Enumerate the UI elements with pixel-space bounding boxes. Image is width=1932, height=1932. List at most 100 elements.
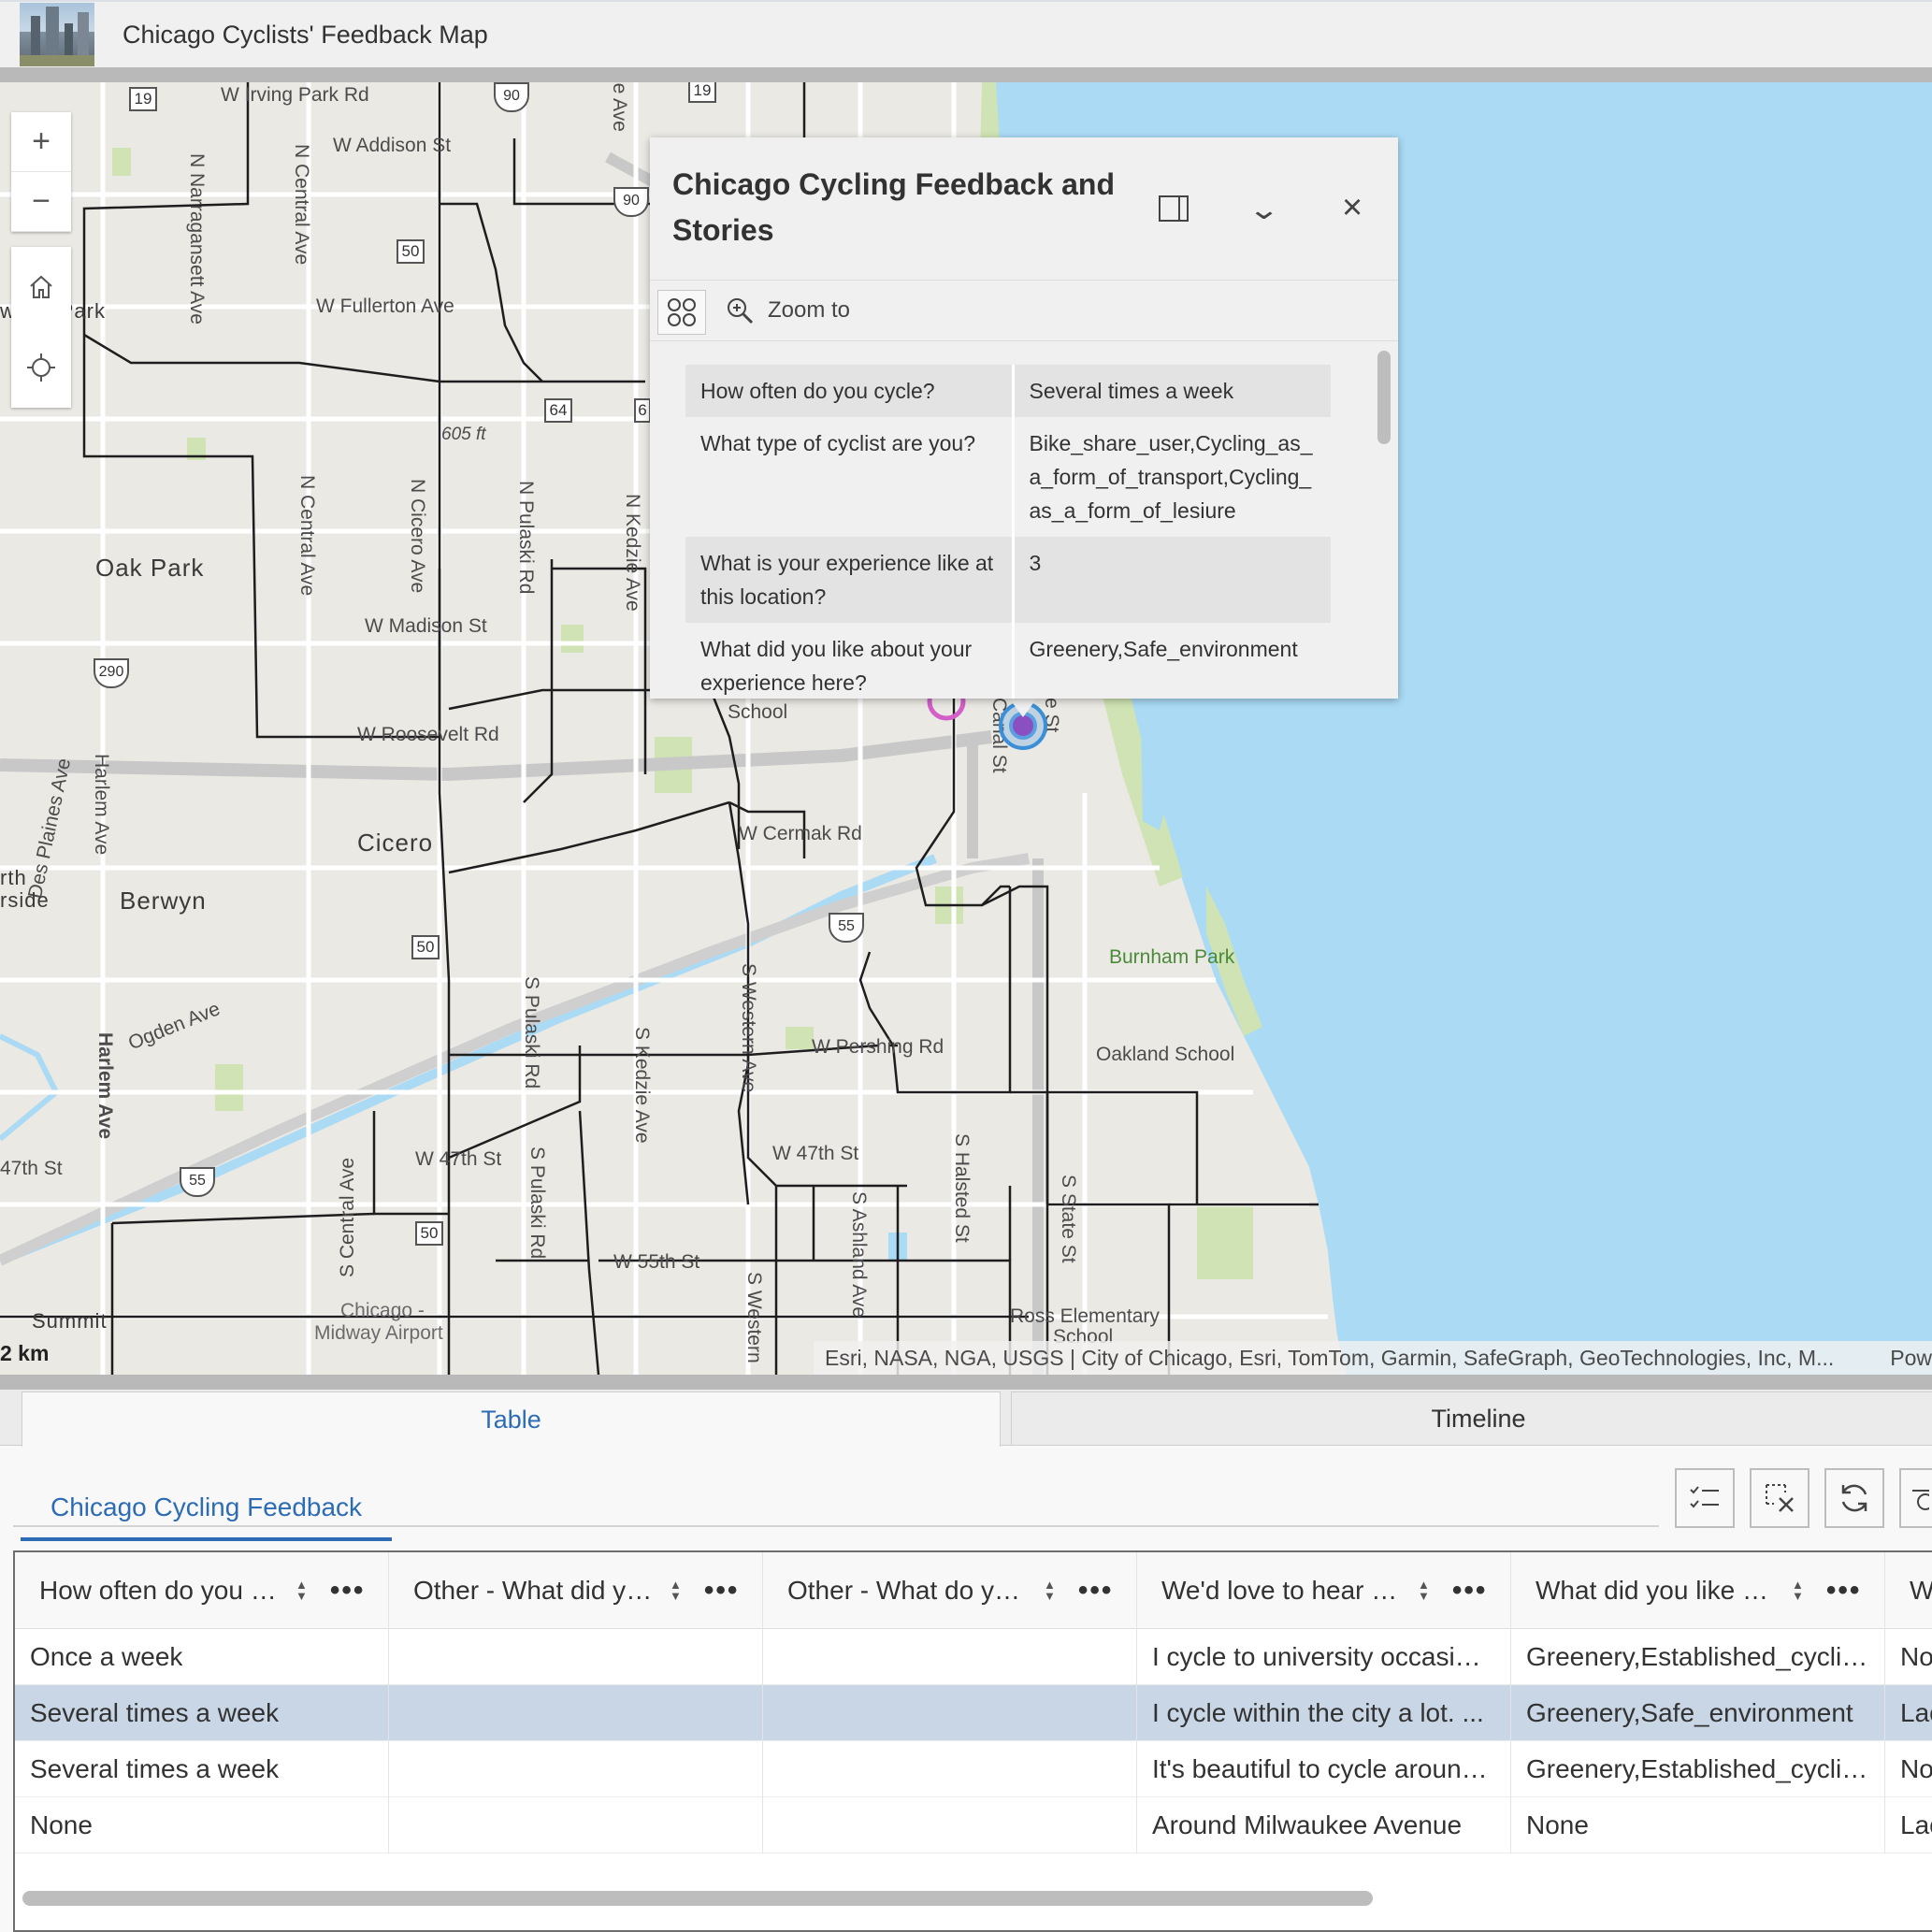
table-cell: No (1900, 1642, 1932, 1671)
column-header[interactable]: We'd love to hear your story ▲▼ ••• (1137, 1552, 1511, 1629)
attribute-value: Several times a week (1013, 365, 1331, 417)
powered-by[interactable]: Pow (1890, 1346, 1932, 1371)
poi-label: Midway Airport (314, 1322, 443, 1344)
table-cell: Around Milwaukee Avenue (1152, 1810, 1463, 1839)
table-header: How often do you cycle? ▲▼ ••• Other - W… (15, 1552, 1932, 1629)
poi-label: Ross Elementary (1010, 1305, 1160, 1327)
map-attribution[interactable]: Esri, NASA, NGA, USGS | City of Chicago,… (814, 1341, 1932, 1375)
road-label: W Addison St (333, 135, 452, 156)
route-shield: 64 (544, 398, 572, 423)
grid-circles-icon (668, 298, 696, 326)
place-label: Berwyn (120, 887, 207, 915)
attribution-text: Esri, NASA, NGA, USGS | City of Chicago,… (825, 1345, 1835, 1370)
more-options-button[interactable] (1899, 1468, 1932, 1528)
road-label: W Madison St (365, 615, 487, 637)
road-label: S Ashland Ave (848, 1191, 870, 1319)
column-title: Other - What did you like? (413, 1576, 655, 1605)
actions-menu-button[interactable] (657, 290, 706, 335)
zoom-to-button[interactable]: Zoom to (725, 296, 850, 325)
layer-tab-chicago-cycling-feedback[interactable]: Chicago Cycling Feedback (21, 1478, 393, 1541)
table-cell: It's beautiful to cycle around here (1152, 1754, 1495, 1783)
attribute-key: What did you like about your experience … (685, 623, 1015, 699)
panel-divider[interactable] (0, 1375, 1932, 1390)
popup-attribute-table: How often do you cycle? Several times a … (685, 365, 1331, 699)
route-shield: 50 (415, 1221, 443, 1246)
column-title: How often do you cycle? (39, 1576, 281, 1605)
column-menu-icon[interactable]: ••• (1452, 1575, 1488, 1607)
table-cell: Several times a week (30, 1754, 280, 1783)
refresh-button[interactable] (1824, 1468, 1884, 1528)
place-label: rth (0, 866, 27, 889)
locate-button[interactable] (11, 327, 71, 408)
minus-icon: − (32, 183, 50, 219)
popup-title: Chicago Cycling Feedback and Stories (672, 167, 1115, 247)
sort-icon[interactable]: ▲ ▼ (1792, 1579, 1804, 1602)
popup-content[interactable]: How often do you cycle? Several times a … (685, 365, 1331, 699)
sort-icon[interactable]: ▲ ▼ (670, 1579, 682, 1602)
feature-popup: Chicago Cycling Feedback and Stories ⌄ ×… (650, 137, 1398, 699)
column-title: What did you like about your experience … (1536, 1576, 1777, 1605)
road-label: S Halsted St (951, 1133, 973, 1243)
table-cell: Once a week (30, 1642, 183, 1671)
attribute-row: What type of cyclist are you? Bike_share… (685, 417, 1331, 537)
sort-icon[interactable]: ▲ ▼ (1418, 1579, 1430, 1602)
zoom-out-button[interactable]: − (11, 172, 71, 232)
popup-scrollbar[interactable] (1377, 351, 1391, 444)
place-label: Oak Park (95, 554, 205, 582)
show-selected-button[interactable] (1675, 1468, 1735, 1528)
table-cell: I cycle within the city a lot. ... (1152, 1698, 1484, 1727)
zoom-to-label: Zoom to (768, 297, 851, 323)
table-row-selected[interactable]: Several times a week I cycle within the … (15, 1685, 1932, 1741)
zoom-to-icon (728, 298, 754, 324)
scale-bar: 2 km (0, 1341, 50, 1365)
close-icon[interactable]: × (1342, 188, 1362, 228)
road-label: W Roosevelt Rd (357, 724, 499, 745)
route-shield: 19 (129, 87, 157, 111)
sort-icon[interactable]: ▲ ▼ (1044, 1579, 1056, 1602)
table-cell: Greenery,Safe_environment (1526, 1698, 1853, 1727)
tab-table[interactable]: Table (22, 1391, 1001, 1447)
attribute-row: How often do you cycle? Several times a … (685, 365, 1331, 417)
dock-icon[interactable] (1159, 195, 1189, 222)
column-header[interactable]: Other - What do you dislike? ▲▼ ••• (763, 1552, 1137, 1629)
attribute-value: Greenery,Safe_environment (1013, 623, 1331, 699)
clear-selection-button[interactable] (1750, 1468, 1809, 1528)
column-menu-icon[interactable]: ••• (1826, 1575, 1862, 1607)
column-title: W (1910, 1576, 1932, 1605)
refresh-icon (1841, 1484, 1867, 1512)
road-label: W 47th St (772, 1143, 859, 1164)
chevron-down-icon[interactable]: ⌄ (1247, 194, 1280, 226)
road-label: 47th St (0, 1158, 63, 1179)
route-shield: 6 (634, 398, 651, 423)
table-row[interactable]: None Around Milwaukee Avenue None Lac (15, 1797, 1932, 1853)
table-row[interactable]: Several times a week It's beautiful to c… (15, 1741, 1932, 1797)
table-cell: No (1900, 1754, 1932, 1783)
attribute-key: What type of cyclist are you? (685, 417, 1015, 537)
column-header[interactable]: Other - What did you like? ▲▼ ••• (389, 1552, 763, 1629)
poi-label: Chicago - (340, 1300, 425, 1321)
app-header: Chicago Cyclists' Feedback Map (0, 0, 1932, 67)
table-cell: Several times a week (30, 1698, 280, 1727)
column-header[interactable]: What did you like about your experience … (1511, 1552, 1885, 1629)
column-menu-icon[interactable]: ••• (1078, 1575, 1114, 1607)
column-header[interactable]: W (1885, 1552, 1932, 1629)
road-label: N Central Ave (291, 144, 312, 266)
popup-pointer (1008, 697, 1038, 717)
column-menu-icon[interactable]: ••• (330, 1575, 366, 1607)
attribute-row: What did you like about your experience … (685, 623, 1331, 699)
home-button[interactable] (11, 247, 71, 327)
tab-timeline[interactable]: Timeline (1011, 1391, 1932, 1446)
layers-options-icon (1912, 1490, 1929, 1510)
table-cell: Lac (1900, 1698, 1932, 1727)
table-row[interactable]: Once a week I cycle to university occasi… (15, 1629, 1932, 1685)
table-cell: Lac (1900, 1810, 1932, 1839)
zoom-in-button[interactable]: + (11, 112, 71, 172)
route-shield: 50 (396, 239, 425, 264)
app-logo[interactable] (20, 3, 94, 66)
column-menu-icon[interactable]: ••• (704, 1575, 740, 1607)
header-divider (0, 67, 1932, 82)
column-header[interactable]: How often do you cycle? ▲▼ ••• (15, 1552, 389, 1629)
road-label: W 47th St (415, 1148, 502, 1170)
horizontal-scrollbar[interactable] (22, 1891, 1373, 1906)
sort-icon[interactable]: ▲ ▼ (296, 1579, 308, 1602)
